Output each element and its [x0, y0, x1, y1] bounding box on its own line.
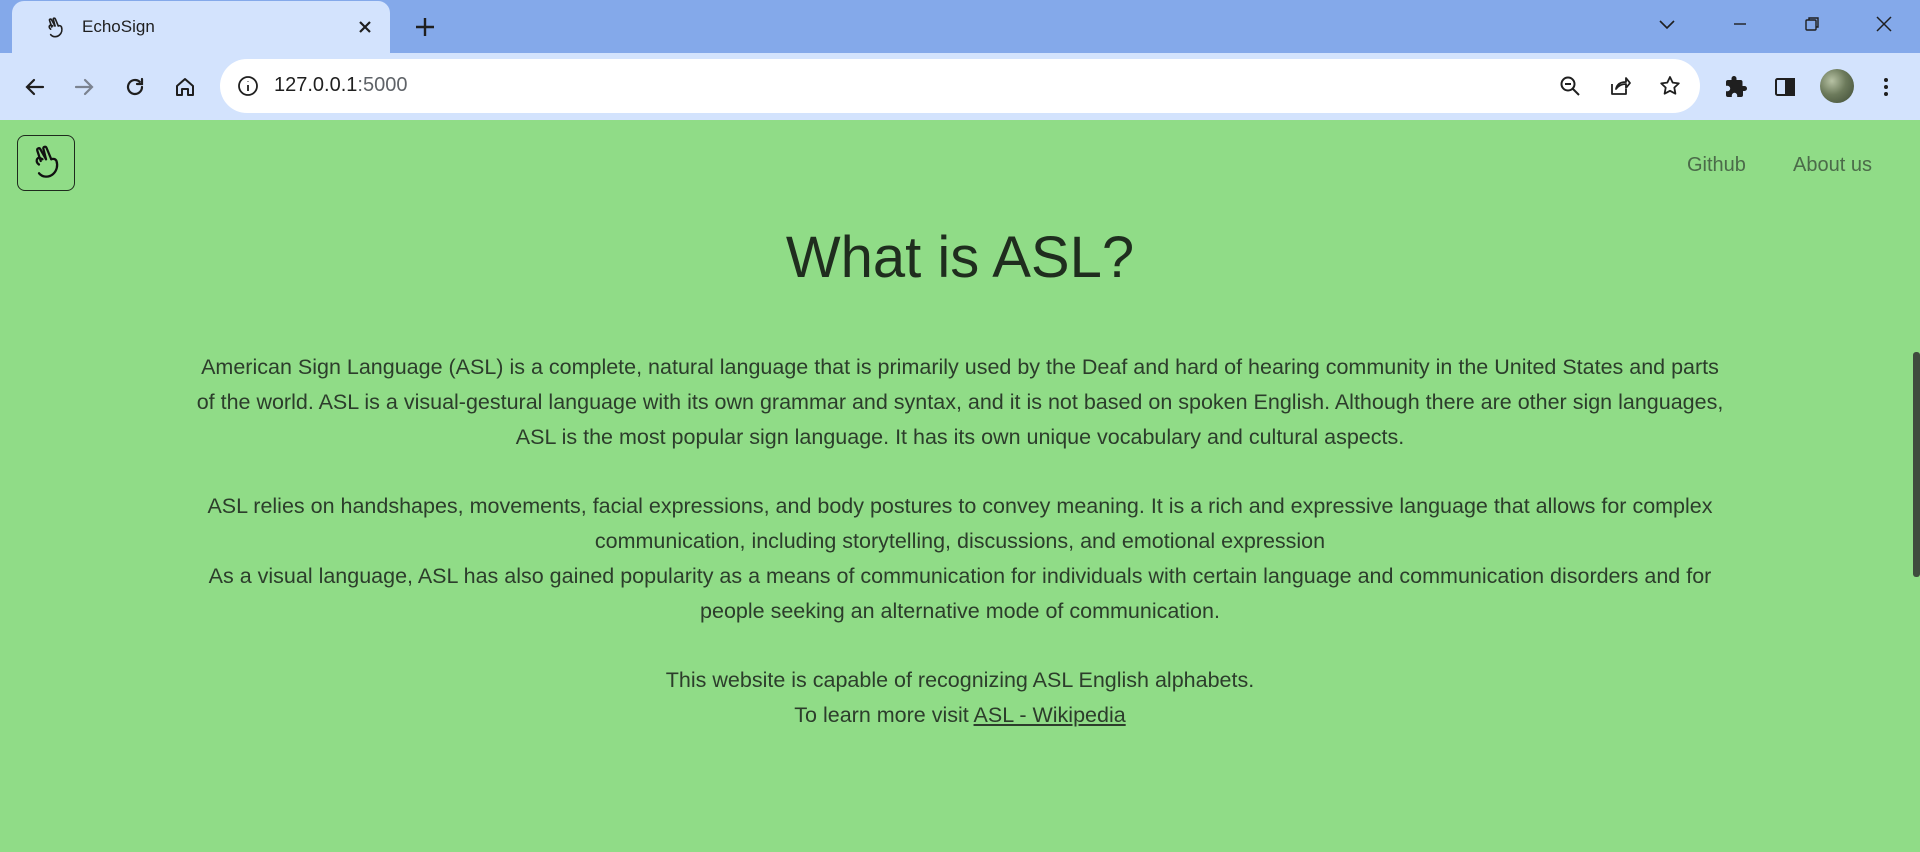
zoom-out-icon[interactable]	[1556, 72, 1584, 100]
scrollbar-thumb[interactable]	[1913, 352, 1920, 577]
reload-icon[interactable]	[115, 67, 155, 107]
paragraph-visual-language: As a visual language, ASL has also gaine…	[208, 563, 1712, 623]
tab-title: EchoSign	[82, 17, 155, 36]
nav-link-github[interactable]: Github	[1687, 154, 1746, 177]
window-close-icon[interactable]	[1860, 8, 1908, 40]
hand-sign-icon	[25, 140, 67, 187]
url-text: 127.0.0.1:5000	[274, 74, 408, 96]
info-icon[interactable]	[236, 74, 260, 98]
share-icon[interactable]	[1606, 72, 1634, 100]
home-icon[interactable]	[165, 67, 205, 107]
star-icon[interactable]	[1656, 72, 1684, 100]
side-panel-icon[interactable]	[1765, 67, 1805, 107]
chevron-down-icon[interactable]	[1643, 8, 1691, 40]
page-content: Github About us What is ASL? American Si…	[0, 120, 1920, 852]
restore-icon[interactable]	[1788, 8, 1836, 40]
wikipedia-link[interactable]: ASL - Wikipedia	[974, 703, 1126, 727]
asl-description: American Sign Language (ASL) is a comple…	[190, 350, 1730, 733]
page-title: What is ASL?	[785, 225, 1135, 290]
site-logo[interactable]	[17, 135, 75, 191]
close-icon[interactable]	[352, 14, 378, 40]
back-icon[interactable]	[15, 67, 55, 107]
menu-icon[interactable]	[1866, 67, 1906, 107]
nav-link-about[interactable]: About us	[1793, 154, 1872, 177]
browser-toolbar: 127.0.0.1:5000	[0, 53, 1920, 120]
paragraph-handshapes: ASL relies on handshapes, movements, fac…	[207, 494, 1713, 553]
plus-icon[interactable]	[410, 12, 440, 42]
address-bar[interactable]: 127.0.0.1:5000	[220, 59, 1700, 113]
paragraph-learn-more: To learn more visit ASL - Wikipedia	[794, 702, 1126, 727]
minimize-icon[interactable]	[1716, 8, 1764, 40]
tab-strip: EchoSign	[0, 0, 1920, 53]
paragraph-intro: American Sign Language (ASL) is a comple…	[196, 355, 1724, 449]
profile-avatar[interactable]	[1820, 69, 1854, 103]
paragraph-capability: This website is capable of recognizing A…	[665, 668, 1255, 693]
forward-icon[interactable]	[64, 67, 104, 107]
extensions-icon[interactable]	[1716, 67, 1756, 107]
hand-sign-icon	[42, 14, 68, 40]
browser-tab[interactable]: EchoSign	[12, 1, 390, 53]
